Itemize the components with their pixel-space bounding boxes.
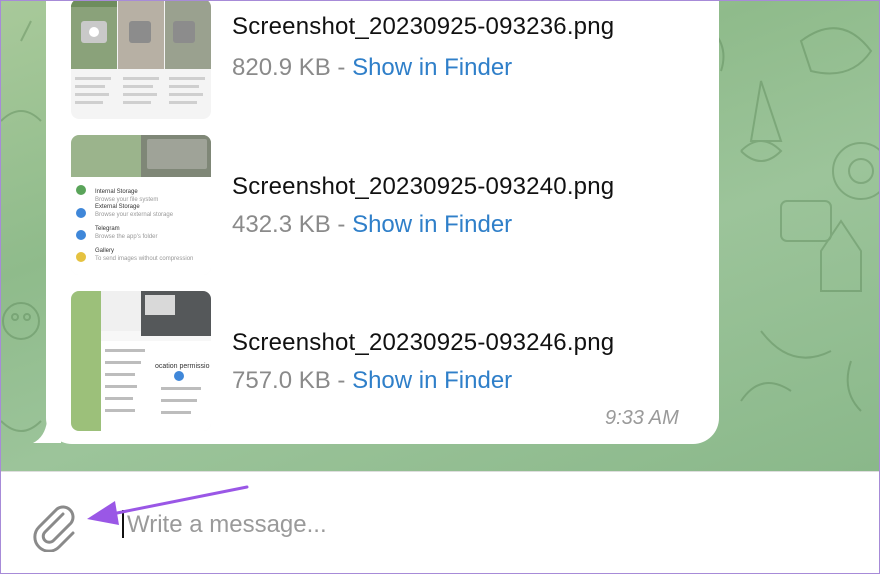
file-name: Screenshot_20230925-093246.png	[232, 329, 615, 356]
show-in-finder-link[interactable]: Show in Finder	[352, 367, 512, 394]
annotation-arrow-icon	[87, 485, 249, 525]
file-meta: 432.3 KB - Show in Finder	[232, 211, 512, 239]
file-attachment-row[interactable]: Screenshot_20230925-093236.png 820.9 KB …	[71, 1, 711, 139]
thumbnail-item: External Storage Browse your external st…	[95, 204, 174, 218]
message-time: 9:33 AM	[605, 407, 679, 429]
file-size: 757.0 KB	[232, 367, 331, 394]
bubble-tail	[33, 421, 61, 443]
file-thumbnail[interactable]	[71, 291, 211, 431]
meta-separator: -	[330, 211, 353, 238]
file-name: Screenshot_20230925-093236.png	[232, 13, 615, 40]
telegram-chat-window: Screenshot_20230925-093236.png 820.9 KB …	[0, 0, 880, 574]
file-attachment-row[interactable]: Internal Storage Browse your file system …	[71, 135, 711, 275]
file-meta: 820.9 KB - Show in Finder	[232, 54, 512, 82]
show-in-finder-link[interactable]: Show in Finder	[352, 54, 512, 81]
thumbnail-item: Gallery To send images without compressi…	[95, 248, 194, 262]
show-in-finder-link[interactable]: Show in Finder	[352, 211, 512, 238]
file-meta: 757.0 KB - Show in Finder	[232, 367, 512, 395]
chat-background: Screenshot_20230925-093236.png 820.9 KB …	[1, 1, 879, 471]
file-size: 820.9 KB	[232, 54, 331, 81]
file-thumbnail[interactable]	[71, 1, 211, 119]
meta-separator: -	[330, 54, 353, 81]
file-size: 432.3 KB	[232, 211, 331, 238]
meta-separator: -	[330, 367, 353, 394]
file-name: Screenshot_20230925-093240.png	[232, 173, 615, 200]
thumbnail-item: Telegram Browse the app's folder	[95, 226, 158, 240]
paperclip-icon[interactable]	[29, 500, 81, 552]
thumbnail-heading: ocation permissio	[155, 363, 210, 370]
